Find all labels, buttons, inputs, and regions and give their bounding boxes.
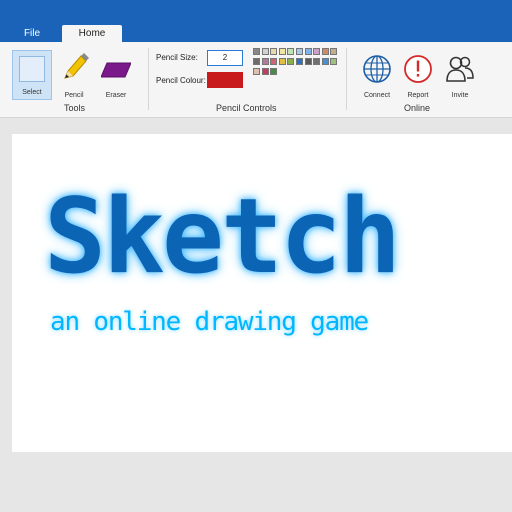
tab-home[interactable]: Home <box>62 25 122 42</box>
pencil-icon <box>64 53 89 79</box>
palette-swatch[interactable] <box>261 48 269 55</box>
ribbon-separator <box>148 48 149 110</box>
palette-swatch[interactable] <box>296 58 303 65</box>
report-button[interactable]: Report <box>400 52 436 102</box>
palette-swatch[interactable] <box>253 68 260 75</box>
pencil-colour-swatch[interactable] <box>207 72 243 88</box>
canvas-title: Sketch <box>44 177 401 297</box>
pencil-controls-group-label: Pencil Controls <box>216 103 277 113</box>
palette-swatch[interactable] <box>270 68 278 75</box>
eraser-icon <box>101 62 131 78</box>
select-icon <box>19 56 45 82</box>
pencil-size-label: Pencil Size: <box>156 53 198 62</box>
palette-swatch[interactable] <box>330 58 338 65</box>
canvas-subtitle: an online drawing game <box>50 307 369 337</box>
palette-swatch[interactable] <box>253 58 260 65</box>
palette-swatch[interactable] <box>304 48 312 55</box>
palette-swatch[interactable] <box>296 48 303 55</box>
palette-swatch[interactable] <box>287 48 295 55</box>
pencil-colour-label: Pencil Colour: <box>156 76 206 85</box>
palette-swatch[interactable] <box>304 58 312 65</box>
palette-swatch[interactable] <box>321 58 329 65</box>
pencil-tool-button[interactable]: Pencil <box>58 50 90 102</box>
ribbon-separator <box>346 48 347 110</box>
ribbon-home: Select Pencil Eraser Tools Pencil Size: … <box>0 42 512 118</box>
palette-swatch[interactable] <box>313 48 321 55</box>
online-group-label: Online <box>404 103 431 113</box>
connect-label: Connect <box>363 92 391 99</box>
palette-swatch[interactable] <box>287 58 295 65</box>
palette-swatch[interactable] <box>313 58 321 65</box>
ribbon-tabs: File Home <box>0 22 512 42</box>
palette-swatch[interactable] <box>278 48 286 55</box>
report-label: Report <box>407 92 429 99</box>
palette-swatch[interactable] <box>270 48 278 55</box>
invite-button[interactable]: Invite <box>442 52 478 102</box>
palette-swatch[interactable] <box>330 48 338 55</box>
select-tool-button[interactable]: Select <box>12 50 52 100</box>
select-tool-label: Select <box>22 89 42 96</box>
palette-swatch[interactable] <box>270 58 278 65</box>
palette-swatch[interactable] <box>261 58 269 65</box>
tab-file[interactable]: File <box>6 25 58 42</box>
palette-swatch[interactable] <box>253 48 260 55</box>
palette-swatch[interactable] <box>321 48 329 55</box>
invite-label: Invite <box>451 92 469 99</box>
eraser-tool-button[interactable]: Eraser <box>98 50 134 102</box>
palette-swatch[interactable] <box>261 68 269 75</box>
pencil-size-input[interactable]: 2 <box>207 50 243 66</box>
palette-swatch[interactable] <box>278 58 286 65</box>
globe-icon <box>363 55 391 83</box>
pencil-tool-label: Pencil <box>64 92 84 99</box>
connect-button[interactable]: Connect <box>358 52 396 102</box>
invite-icon <box>446 56 474 82</box>
report-icon <box>404 55 432 83</box>
tools-group-label: Tools <box>64 103 86 113</box>
eraser-tool-label: Eraser <box>105 92 127 99</box>
title-bar <box>0 0 512 22</box>
